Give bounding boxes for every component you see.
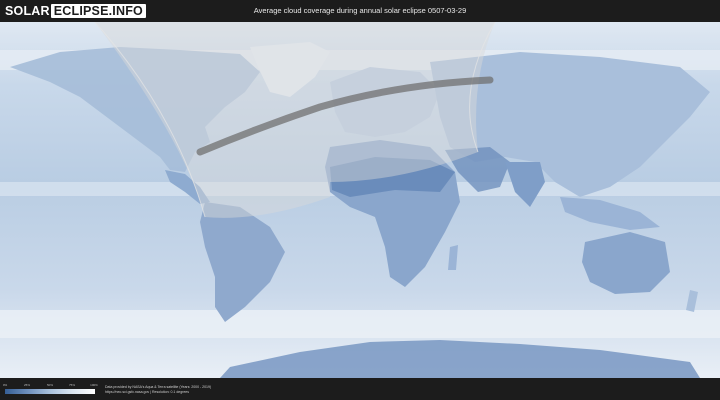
cloud-coverage-scale <box>5 389 95 394</box>
world-map-svg <box>0 22 720 378</box>
logo-text-eclipse-info: ECLIPSE.INFO <box>50 4 146 18</box>
data-credit-line: Data provided by NASA's Aqua & Terra sat… <box>105 385 212 389</box>
site-logo[interactable]: SOLAR ECLIPSE.INFO <box>5 3 146 19</box>
page-title: Average cloud coverage during annual sol… <box>253 6 467 15</box>
footer-bar: 0% 25% 50% 75% 100% Data provided by NAS… <box>0 378 720 400</box>
scale-tick-75: 75% <box>68 383 76 387</box>
scale-tick-25: 25% <box>23 383 31 387</box>
cloud-coverage-map <box>0 22 720 378</box>
logo-text-solar: SOLAR <box>5 4 50 18</box>
scale-tick-0: 0% <box>2 383 8 387</box>
scale-tick-50: 50% <box>46 383 54 387</box>
header-bar: SOLAR ECLIPSE.INFO Average cloud coverag… <box>0 0 720 22</box>
scale-tick-100: 100% <box>90 383 98 387</box>
cloud-band-south <box>0 310 720 338</box>
data-source-link[interactable]: https://neo.sci.gsfc.nasa.gov | Resoluti… <box>105 390 189 394</box>
